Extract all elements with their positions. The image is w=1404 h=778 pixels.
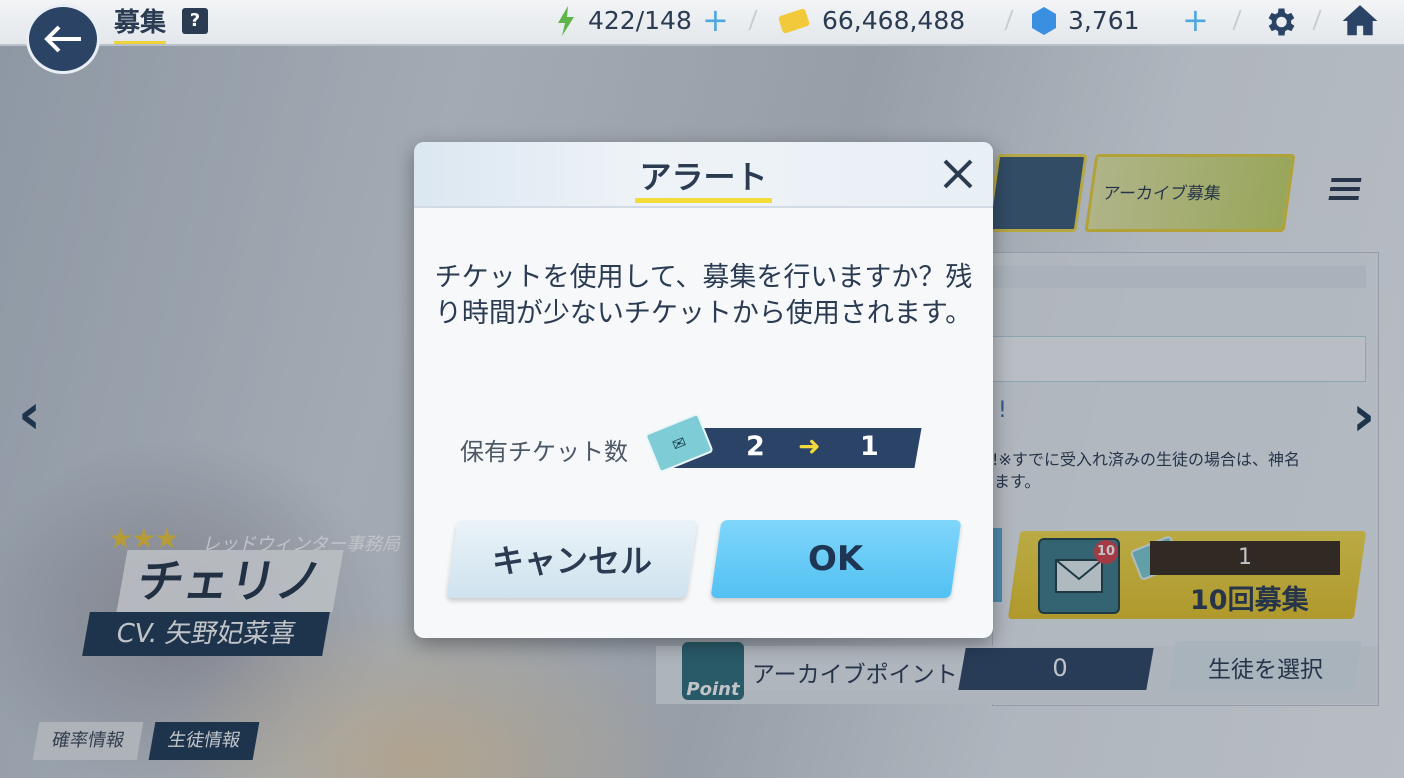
credits-value: 66,468,488 xyxy=(822,6,966,35)
back-button[interactable] xyxy=(26,4,100,74)
dialog-message: チケットを使用して、募集を行いますか？残り時間が少ないチケットから使用されます。 xyxy=(434,262,973,329)
gear-icon[interactable] xyxy=(1262,4,1298,40)
arrow-right-icon: ➜ xyxy=(798,431,821,462)
close-icon xyxy=(943,159,973,189)
back-arrow-icon xyxy=(44,25,81,53)
credits-icon xyxy=(778,8,810,34)
ticket-count-before: 2 xyxy=(746,431,765,462)
ticket-count-after: 1 xyxy=(860,431,879,462)
cancel-label: キャンセル xyxy=(491,542,652,580)
alert-dialog: アラート チケットを使用して、募集を行いますか？残り時間が少ないチケットから使用… xyxy=(414,142,993,638)
dialog-title: アラート xyxy=(639,158,768,196)
ok-button[interactable]: OK xyxy=(710,520,962,598)
ap-add-icon[interactable]: + xyxy=(702,3,729,37)
ok-label: OK xyxy=(808,539,864,579)
cancel-button[interactable]: キャンセル xyxy=(446,520,698,598)
title-underline xyxy=(635,198,772,203)
ap-lightning-icon xyxy=(558,6,574,36)
ticket-count-label: 保有チケット数 xyxy=(460,438,628,466)
home-icon[interactable] xyxy=(1340,2,1380,40)
gems-add-icon[interactable]: + xyxy=(1182,3,1209,37)
help-icon[interactable]: ? xyxy=(182,8,208,34)
close-button[interactable] xyxy=(938,152,978,196)
gems-value: 3,761 xyxy=(1068,6,1140,35)
ap-value: 422/148 xyxy=(588,6,692,35)
page-title: 募集 xyxy=(114,2,167,44)
gem-icon xyxy=(1032,7,1056,35)
